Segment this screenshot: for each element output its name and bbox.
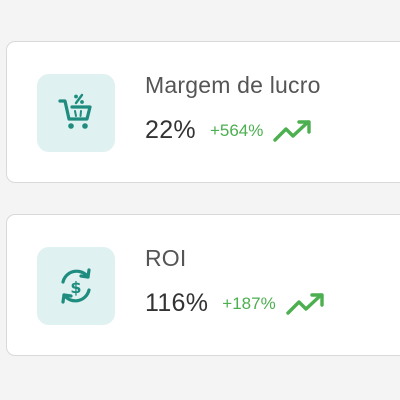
profit-margin-card[interactable]: Margem de lucro 22% +564% (6, 41, 400, 183)
card-title: Margem de lucro (145, 72, 321, 98)
currency-exchange-icon: $ (55, 265, 97, 307)
profit-margin-icon-tile (37, 74, 115, 152)
dashboard-page: Margem de lucro 22% +564% $ ROI 116% +18… (0, 0, 400, 400)
trending-up-icon (286, 292, 326, 316)
card-delta: +187% (222, 293, 276, 313)
card-title: ROI (145, 245, 187, 271)
card-value-row: 22% +564% (145, 116, 313, 145)
card-delta: +564% (209, 120, 264, 140)
card-value: 116% (145, 289, 209, 317)
svg-text:$: $ (70, 278, 81, 297)
cart-percent-icon (56, 93, 96, 133)
trending-up-icon (273, 119, 313, 143)
card-value: 22% (145, 116, 196, 144)
card-value-row: 116% +187% (145, 289, 326, 318)
roi-icon-tile: $ (37, 247, 115, 325)
roi-card[interactable]: $ ROI 116% +187% (6, 214, 400, 356)
